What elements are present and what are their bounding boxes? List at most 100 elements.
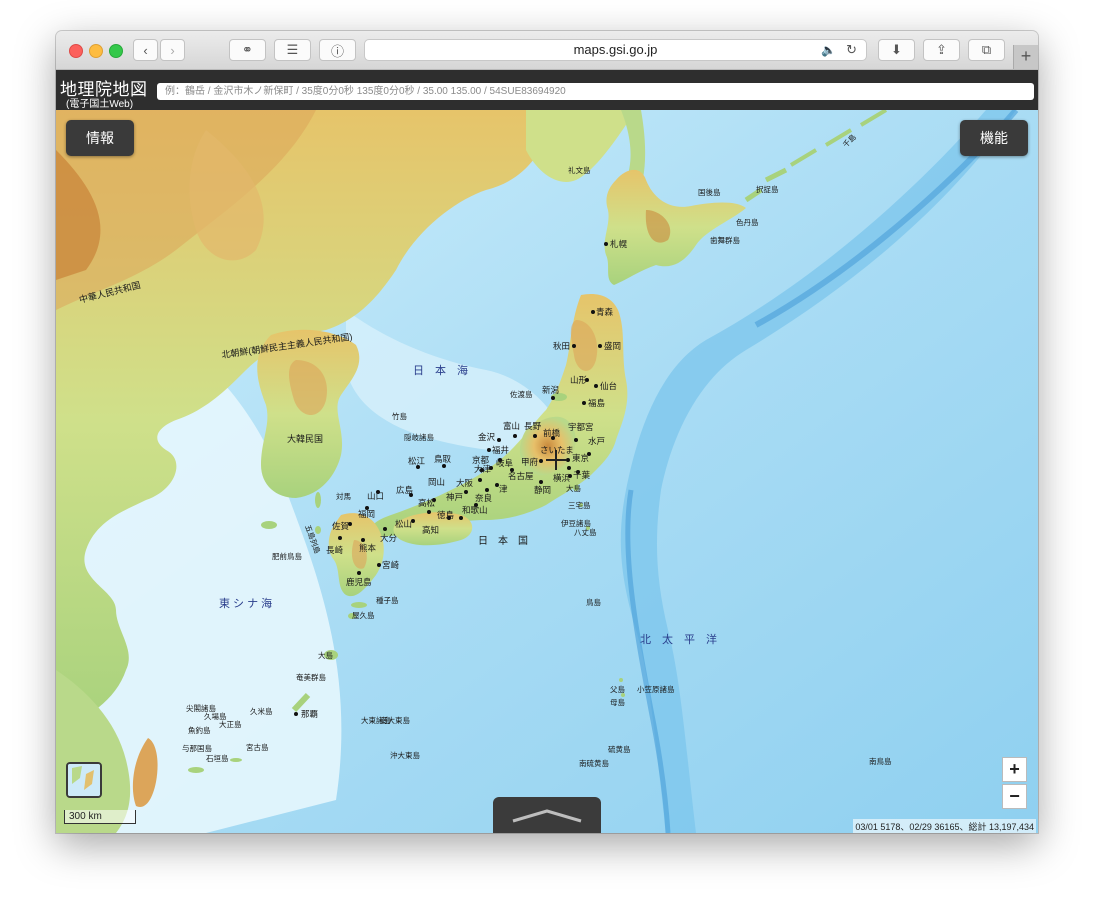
city-label: 大分 xyxy=(380,533,398,543)
address-bar[interactable]: maps.gsi.go.jp 🔈 ↻ xyxy=(364,39,867,61)
city-label: 高知 xyxy=(422,525,439,535)
zoom-out-button[interactable]: − xyxy=(1002,784,1027,809)
city-label: 熊本 xyxy=(359,543,377,553)
island-label: 久米島 xyxy=(250,706,273,716)
layers-icon: ☰ xyxy=(286,42,299,57)
city-label: 秋田 xyxy=(553,341,570,351)
city-label: 岐阜 xyxy=(496,458,514,468)
new-tab-button[interactable]: + xyxy=(1013,45,1038,69)
info-button[interactable]: 情報 xyxy=(66,120,134,156)
city-label: 福岡 xyxy=(358,509,375,519)
browser-titlebar: ‹ › ⚭ ☰ ⓘ maps.gsi.go.jp 🔈 ↻ ⬇ ⇪ ⧉ + xyxy=(56,31,1038,70)
city-label: 札幌 xyxy=(610,239,628,249)
map-view[interactable]: 日 本 海 東 シ ナ 海 北 太 平 洋 中華人民共和国 北朝鮮(朝鮮民主主義… xyxy=(56,110,1038,833)
download-icon: ⬇ xyxy=(891,42,902,57)
island-label: 母島 xyxy=(610,697,625,707)
city-label: 大阪 xyxy=(456,478,474,488)
browser-window: ‹ › ⚭ ☰ ⓘ maps.gsi.go.jp 🔈 ↻ ⬇ ⇪ ⧉ + 地理院… xyxy=(56,31,1038,833)
city-label: 鹿児島 xyxy=(346,577,372,587)
island-label: 与那国島 xyxy=(182,743,212,753)
minimap-button[interactable] xyxy=(66,762,102,798)
sea-label-east-china: 東 シ ナ 海 xyxy=(219,596,272,610)
city-label: 富山 xyxy=(503,421,520,431)
city-label: 静岡 xyxy=(534,485,551,495)
island-label: 肥前鳥島 xyxy=(272,551,302,561)
island-label: 小笠原諸島 xyxy=(637,684,675,694)
city-label: 山口 xyxy=(367,491,384,501)
island-label: 国後島 xyxy=(698,187,721,197)
info-circle-icon: ⓘ xyxy=(330,43,344,59)
island-label: 八丈島 xyxy=(574,527,597,537)
city-label: 甲府 xyxy=(521,457,539,467)
country-label-japan: 日 本 国 xyxy=(478,534,528,547)
close-window-button[interactable] xyxy=(69,44,83,58)
city-label: 福島 xyxy=(588,398,606,408)
city-label: 前橋 xyxy=(543,428,561,438)
reload-icon[interactable]: ↻ xyxy=(846,40,857,60)
island-label: 鳥島 xyxy=(586,597,601,607)
city-label: 大津 xyxy=(474,464,492,474)
speaker-icon[interactable]: 🔈 xyxy=(821,40,836,60)
privacy-report-button[interactable]: ⓘ xyxy=(319,39,356,61)
city-label: 和歌山 xyxy=(462,505,488,515)
island-label: 屋久島 xyxy=(352,610,375,620)
island-label: 父島 xyxy=(610,684,625,694)
link-icon: ⚭ xyxy=(242,42,253,57)
island-label: 佐渡島 xyxy=(510,389,533,399)
city-label: さいたま xyxy=(540,445,574,455)
site-subtitle: (電子国土Web) xyxy=(66,99,134,110)
url-text: maps.gsi.go.jp xyxy=(573,42,658,57)
island-label: 種子島 xyxy=(376,595,399,605)
city-label: 鳥取 xyxy=(434,454,452,464)
country-label-south-korea: 大韓民国 xyxy=(287,433,323,444)
pull-up-panel-button[interactable] xyxy=(493,797,601,833)
city-label: 名古屋 xyxy=(508,471,534,481)
zoom-in-button[interactable]: + xyxy=(1002,757,1027,782)
minimize-window-button[interactable] xyxy=(89,44,103,58)
chevron-right-icon: › xyxy=(170,42,175,58)
layers-button[interactable]: ☰ xyxy=(274,39,311,61)
chevron-up-icon xyxy=(512,809,582,823)
island-label: 隠岐諸島 xyxy=(404,432,434,442)
island-label: 伊豆諸島 xyxy=(561,518,591,528)
city-label: 那覇 xyxy=(301,709,319,719)
city-label: 青森 xyxy=(596,307,614,317)
map-canvas[interactable]: 日 本 海 東 シ ナ 海 北 太 平 洋 中華人民共和国 北朝鮮(朝鮮民主主義… xyxy=(56,110,1038,833)
island-label: 大島 xyxy=(318,650,333,660)
gsi-header-bar: 地理院地図 (電子国土Web) xyxy=(56,70,1038,110)
island-label: 硫黄島 xyxy=(608,744,631,754)
city-label: 宇都宮 xyxy=(568,422,594,432)
share-button[interactable]: ⇪ xyxy=(923,39,960,61)
city-label: 松山 xyxy=(395,519,412,529)
city-label: 横浜 xyxy=(553,473,571,483)
share-link-button[interactable]: ⚭ xyxy=(229,39,266,61)
island-label: 竹島 xyxy=(392,411,407,421)
functions-button[interactable]: 機能 xyxy=(960,120,1028,156)
island-label: 択捉島 xyxy=(756,184,779,194)
island-label: 三宅島 xyxy=(568,500,591,510)
island-label: 色丹島 xyxy=(736,217,759,227)
city-label: 宮崎 xyxy=(382,560,400,570)
city-label: 佐賀 xyxy=(332,521,350,531)
share-icon: ⇪ xyxy=(936,42,947,57)
search-input[interactable] xyxy=(157,83,1034,100)
downloads-button[interactable]: ⬇ xyxy=(878,39,915,61)
island-label: 魚釣島 xyxy=(188,725,211,735)
island-label: 大正島 xyxy=(219,719,242,729)
island-label: 大島 xyxy=(566,483,581,493)
island-label: 宮古島 xyxy=(246,742,269,752)
sea-label-japan: 日 本 海 xyxy=(413,363,468,377)
city-label: 高松 xyxy=(418,498,436,508)
sea-label-pacific: 北 太 平 洋 xyxy=(640,632,717,646)
forward-button[interactable]: › xyxy=(160,39,185,61)
tabs-overview-button[interactable]: ⧉ xyxy=(968,39,1005,61)
back-button[interactable]: ‹ xyxy=(133,39,158,61)
city-label: 松江 xyxy=(408,456,426,466)
island-label: 南大東島 xyxy=(380,715,410,725)
fullscreen-window-button[interactable] xyxy=(109,44,123,58)
island-label: 対馬 xyxy=(336,491,351,501)
city-label: 千葉 xyxy=(573,470,591,480)
city-label: 長崎 xyxy=(326,545,344,555)
island-label: 南硫黄島 xyxy=(579,758,609,768)
city-label: 新潟 xyxy=(542,385,560,395)
